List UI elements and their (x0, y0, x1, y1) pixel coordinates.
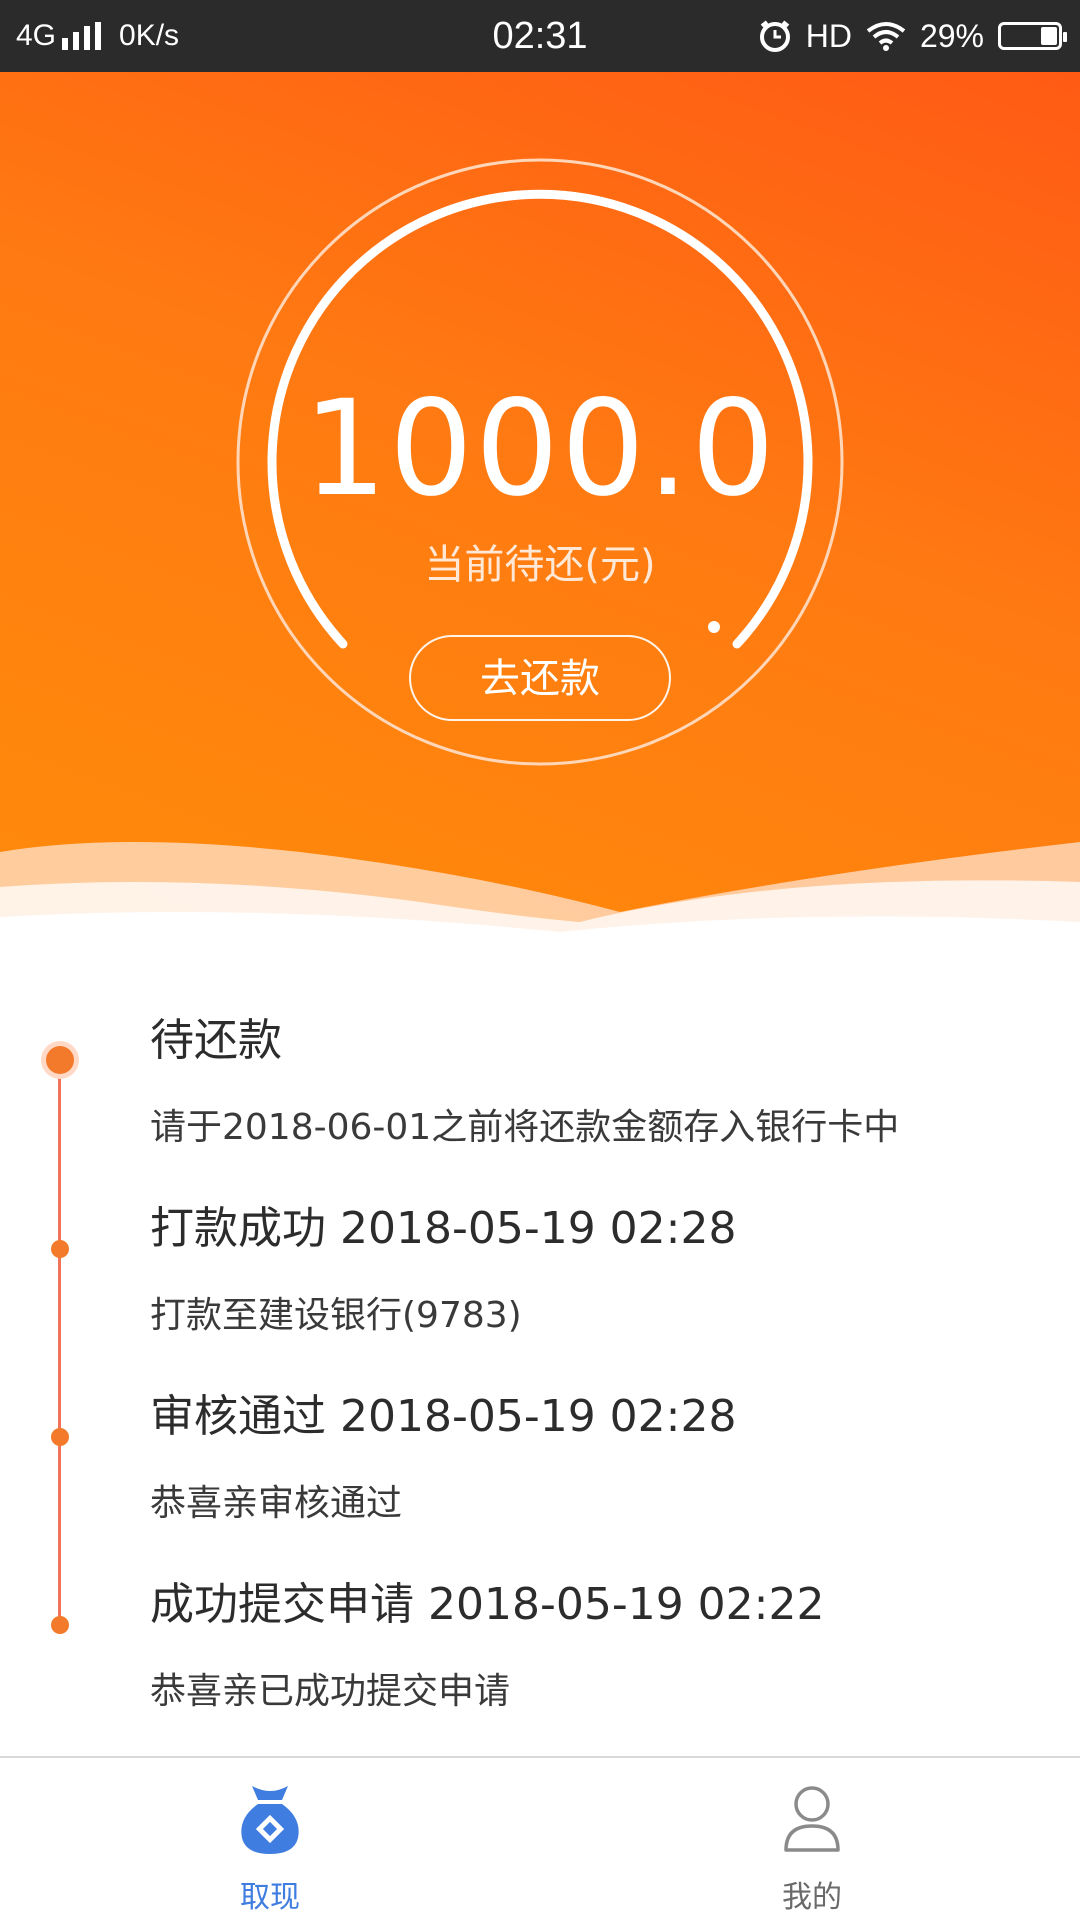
tab-mine[interactable]: 我的 (662, 1758, 962, 1922)
timeline-title: 打款成功 2018-05-19 02:28 (150, 1203, 737, 1254)
alarm-icon (759, 20, 790, 52)
timeline-dot-current (46, 1046, 74, 1074)
timeline-dot (51, 1428, 69, 1446)
money-bag-icon (241, 1786, 299, 1854)
timeline-subtitle: 请于2018-06-01之前将还款金额存入银行卡中 (150, 1107, 900, 1148)
timeline-title: 成功提交申请 2018-05-19 02:22 (150, 1579, 825, 1630)
pending-amount: 1000.0 (303, 372, 777, 526)
network-speed: 0K/s (119, 19, 180, 52)
bottom-tab-bar: 取现 我的 (0, 1756, 1080, 1922)
timeline-line (58, 1060, 61, 1624)
wifi-icon (866, 22, 906, 51)
tab-label: 我的 (782, 1880, 842, 1915)
timeline-item-pending: 待还款 请于2018-06-01之前将还款金额存入银行卡中 (150, 1004, 899, 1150)
repay-button[interactable]: 去还款 (409, 635, 671, 721)
timeline-subtitle: 恭喜亲审核通过 (150, 1483, 403, 1524)
network-type: 4G (16, 19, 57, 52)
hero-panel: 1000.0 当前待还(元) 去还款 (0, 72, 1080, 960)
timeline-item-submitted: 成功提交申请 2018-05-19 02:22 恭喜亲已成功提交申请 (150, 1568, 824, 1714)
user-icon (784, 1786, 840, 1852)
pending-amount-label: 当前待还(元) (424, 542, 656, 588)
wave-decoration (0, 842, 1080, 960)
status-bar: 4G 0K/s 02:31 HD 29% (0, 0, 1080, 72)
tab-withdraw[interactable]: 取现 (120, 1758, 420, 1922)
timeline-title: 待还款 (150, 1015, 282, 1066)
timeline-item-paid: 打款成功 2018-05-19 02:28 打款至建设银行(9783) (150, 1192, 736, 1338)
timeline-subtitle: 打款至建设银行(9783) (150, 1295, 522, 1336)
arc-marker (708, 621, 720, 633)
tab-label: 取现 (240, 1880, 300, 1915)
timeline-title: 审核通过 2018-05-19 02:28 (150, 1391, 737, 1442)
timeline-subtitle: 恭喜亲已成功提交申请 (150, 1671, 511, 1712)
timeline-item-approved: 审核通过 2018-05-19 02:28 恭喜亲审核通过 (150, 1380, 736, 1526)
timeline-dot (51, 1240, 69, 1258)
battery-percent: 29% (919, 17, 984, 54)
battery-icon (998, 22, 1067, 50)
hd-indicator: HD (805, 17, 852, 54)
signal-bars-icon (62, 22, 102, 50)
cellular-signal: 4G (16, 19, 102, 53)
timeline-dot (51, 1616, 69, 1634)
